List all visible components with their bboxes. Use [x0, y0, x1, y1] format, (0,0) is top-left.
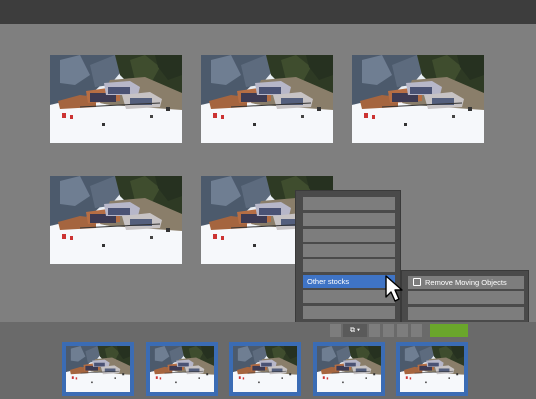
toolbar-button-3[interactable]: [369, 324, 380, 337]
menu-item-2[interactable]: [303, 213, 395, 226]
submenu-item-3[interactable]: [408, 307, 524, 320]
menu-item-1[interactable]: [303, 197, 395, 210]
toolbar-button-1[interactable]: [330, 324, 341, 337]
photo-4[interactable]: [50, 176, 182, 264]
menu-item-5[interactable]: [303, 259, 395, 272]
toolbar-button-5[interactable]: [397, 324, 408, 337]
menu-item-other-stocks[interactable]: Other stocks: [303, 275, 395, 288]
photo-3[interactable]: [352, 55, 484, 143]
filmstrip-thumb-5[interactable]: [396, 342, 468, 396]
filmstrip-thumb-1[interactable]: [62, 342, 134, 396]
toolbar-button-4[interactable]: [383, 324, 394, 337]
submenu-item-remove-moving-objects[interactable]: Remove Moving Objects: [408, 276, 524, 289]
stack-dropdown-button[interactable]: ⧉ ▾: [343, 324, 367, 337]
filmstrip-thumb-4[interactable]: [313, 342, 385, 396]
submenu: Remove Moving Objects: [401, 270, 529, 324]
menu-item-4[interactable]: [303, 244, 395, 257]
menu-item-8[interactable]: [303, 306, 395, 319]
menu-item-7[interactable]: [303, 290, 395, 303]
context-menu: Other stocks: [295, 190, 401, 324]
filmstrip-thumb-3[interactable]: [229, 342, 301, 396]
mouse-pointer-icon: [385, 275, 403, 302]
top-bar: [0, 0, 536, 24]
filmstrip-thumb-2[interactable]: [146, 342, 218, 396]
photo-1[interactable]: [50, 55, 182, 143]
menu-item-3[interactable]: [303, 229, 395, 242]
submenu-item-label: Remove Moving Objects: [425, 278, 507, 287]
toolbar-button-6[interactable]: [411, 324, 422, 337]
submenu-item-2[interactable]: [408, 291, 524, 304]
remove-moving-objects-icon: [413, 278, 421, 287]
photo-2[interactable]: [201, 55, 333, 143]
green-indicator[interactable]: [430, 324, 468, 337]
